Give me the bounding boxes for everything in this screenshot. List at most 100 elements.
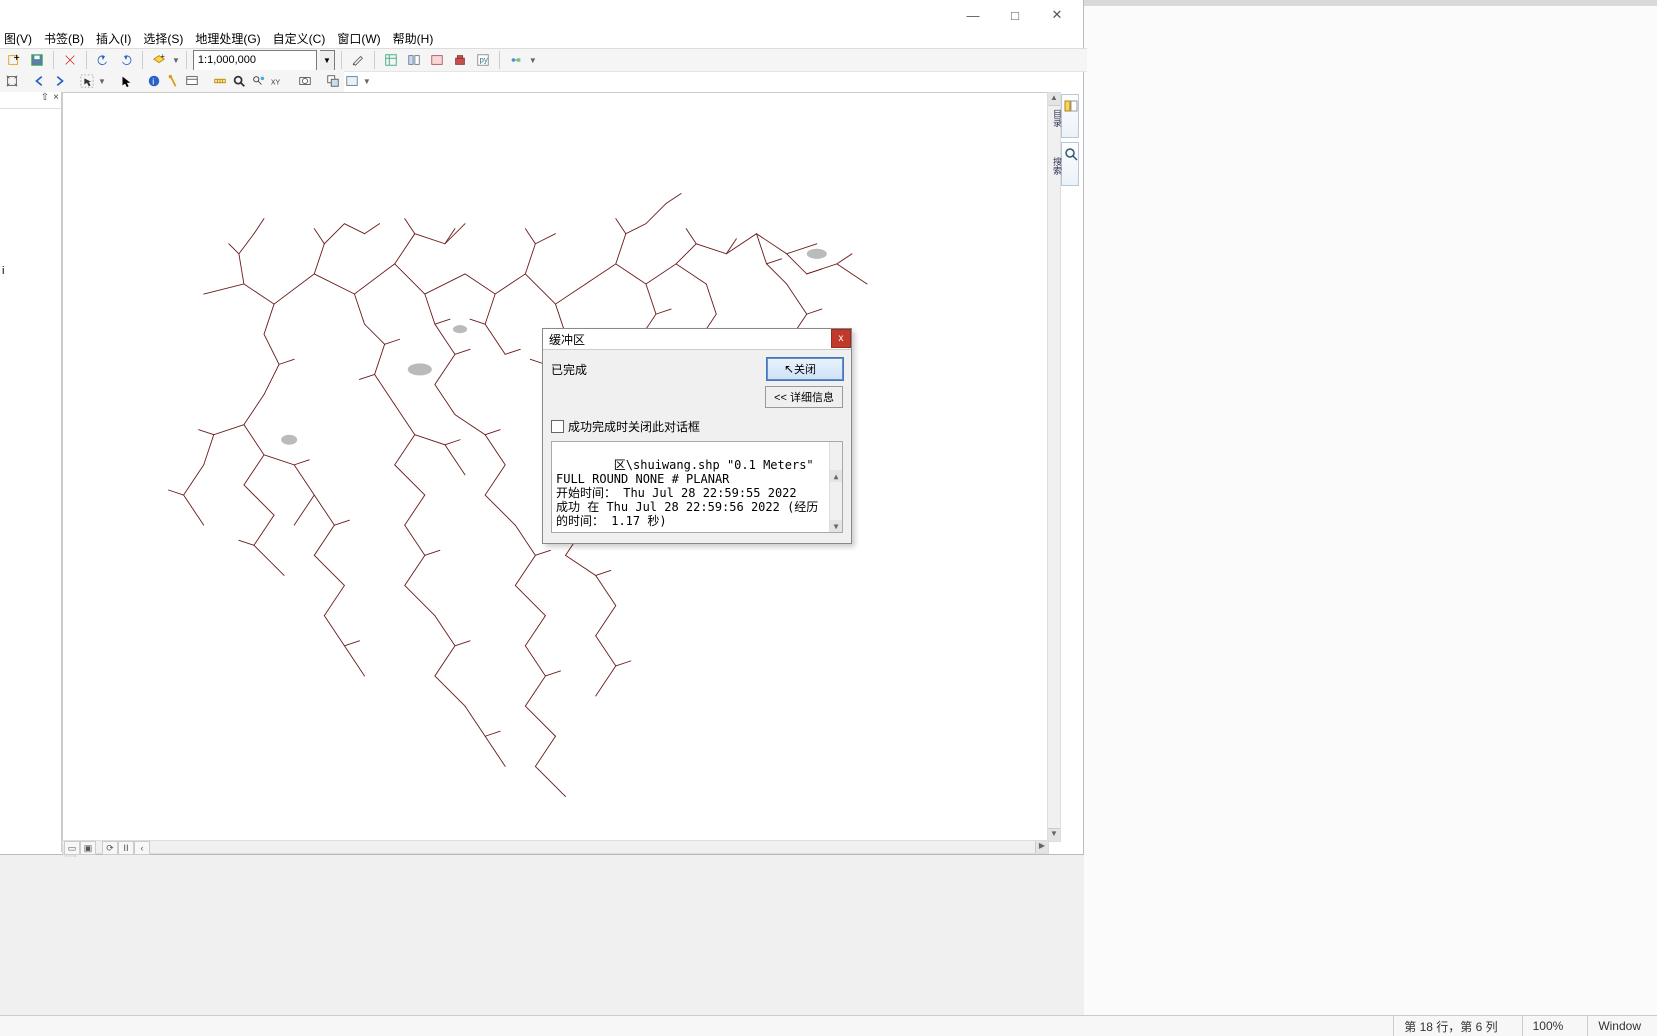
pause-drawing-button[interactable]: ⅠⅠ (118, 841, 134, 855)
catalog-button[interactable] (404, 50, 424, 70)
toc-item-fragment[interactable]: i (0, 109, 61, 277)
dialog-status-label: 已完成 (551, 361, 587, 378)
window-close-button[interactable]: ✕ (1045, 6, 1069, 24)
viewer-dropdown-icon[interactable]: ▼ (363, 77, 371, 86)
search-icon (1064, 147, 1078, 161)
find-route-button[interactable] (250, 71, 266, 91)
svg-text:i: i (152, 77, 154, 87)
separator-6 (374, 51, 375, 69)
menu-geoprocessing[interactable]: 地理处理(G) (195, 30, 260, 47)
caret-position-label: 第 18 行，第 6 列 (1393, 1016, 1507, 1036)
window-maximize-button[interactable]: □ (1003, 6, 1027, 24)
search-tab-label: 搜索 (1052, 157, 1062, 175)
table-of-contents-button[interactable] (381, 50, 401, 70)
pointer-button[interactable] (118, 71, 134, 91)
find-button[interactable] (231, 71, 247, 91)
outer-window-background (1084, 6, 1657, 1016)
catalog-icon (1064, 99, 1078, 113)
catalog-dock-tab[interactable]: 目录 (1061, 94, 1079, 138)
log-scrollbar[interactable]: ▲ ▼ (829, 442, 842, 532)
dialog-close-button[interactable]: x (831, 329, 851, 348)
cut-button[interactable] (60, 50, 80, 70)
table-of-contents-panel: ⇧ × i (0, 92, 62, 852)
close-on-success-label: 成功完成时关闭此对话框 (568, 418, 700, 435)
search-window-button[interactable] (427, 50, 447, 70)
scroll-down-button[interactable]: ▼ (1048, 828, 1060, 841)
menu-window[interactable]: 窗口(W) (337, 30, 380, 47)
dialog-log-textbox[interactable]: 区\shuiwang.shp "0.1 Meters" FULL ROUND N… (551, 441, 843, 533)
add-layer-button[interactable]: + (149, 50, 169, 70)
log-scroll-up[interactable]: ▲ (830, 470, 842, 482)
toc-pin-icon[interactable]: ⇧ (41, 92, 49, 103)
zoom-level-label[interactable]: 100% (1522, 1016, 1574, 1036)
standard-toolbar: + ▼ ▼ py ▼ (0, 48, 1087, 72)
menu-insert[interactable]: 插入(I) (96, 30, 131, 47)
menu-view[interactable]: 图(V) (4, 30, 32, 47)
add-data-button[interactable] (4, 50, 24, 70)
close-on-success-row: 成功完成时关闭此对话框 (551, 418, 843, 435)
create-viewer-window-button[interactable] (325, 71, 341, 91)
data-view-tab[interactable]: ▭ (64, 841, 80, 855)
python-window-button[interactable]: py (473, 50, 493, 70)
separator-2 (86, 51, 87, 69)
close-on-success-checkbox[interactable] (551, 420, 564, 433)
search-dock-tab[interactable]: 搜索 (1061, 142, 1079, 186)
right-dock: 目录 搜索 (1061, 94, 1081, 190)
menu-bar: 图(V) 书签(B) 插入(I) 选择(S) 地理处理(G) 自定义(C) 窗口… (0, 28, 433, 48)
svg-text:+: + (161, 53, 165, 60)
buffer-result-dialog: 缓冲区 x 已完成 关闭 ↖ << 详细信息 成功完成时关闭此对话框 区\shu… (542, 328, 852, 544)
model-dropdown-icon[interactable]: ▼ (529, 56, 537, 65)
arctoolbox-button[interactable] (450, 50, 470, 70)
outer-editor-statusbar: 第 18 行，第 6 列 100% Window (0, 1015, 1657, 1036)
catalog-tab-label: 目录 (1052, 109, 1062, 127)
separator-3 (142, 51, 143, 69)
dropdown-arrow-icon[interactable]: ▼ (172, 56, 180, 65)
menu-customize[interactable]: 自定义(C) (273, 30, 326, 47)
svg-text:XY: XY (271, 80, 281, 87)
undo-button[interactable] (93, 50, 113, 70)
select-elements-button[interactable] (79, 71, 95, 91)
arcmap-main-window: — □ ✕ 图(V) 书签(B) 插入(I) 选择(S) 地理处理(G) 自定义… (0, 0, 1084, 855)
view-tab-bar: ▭ ▣ ⟳ ⅠⅠ ‹ (64, 842, 150, 854)
previous-extent-button[interactable] (32, 71, 48, 91)
separator-5 (341, 51, 342, 69)
map-scale-input[interactable] (193, 50, 317, 71)
full-extent-button[interactable] (4, 71, 20, 91)
toc-close-icon[interactable]: × (53, 92, 59, 103)
identify-button[interactable]: i (146, 71, 162, 91)
measure-button[interactable] (212, 71, 228, 91)
dialog-titlebar[interactable]: 缓冲区 x (543, 329, 851, 350)
editor-toolbar-button[interactable] (348, 50, 368, 70)
separator-7 (499, 51, 500, 69)
menu-bookmark[interactable]: 书签(B) (44, 30, 84, 47)
scale-dropdown-button[interactable]: ▼ (320, 50, 335, 71)
refresh-view-button[interactable]: ⟳ (102, 841, 118, 855)
log-scroll-down[interactable]: ▼ (830, 520, 842, 532)
next-extent-button[interactable] (51, 71, 67, 91)
layout-view-tab[interactable]: ▣ (80, 841, 96, 855)
line-ending-label[interactable]: Window (1587, 1016, 1651, 1036)
menu-select[interactable]: 选择(S) (143, 30, 183, 47)
viewer-options-button[interactable] (344, 71, 360, 91)
hyperlink-button[interactable] (165, 71, 181, 91)
model-builder-button[interactable] (506, 50, 526, 70)
window-minimize-button[interactable]: — (961, 6, 985, 24)
dialog-details-button[interactable]: << 详细信息 (765, 386, 843, 408)
scroll-right-button[interactable]: ▶ (1035, 841, 1048, 853)
save-button[interactable] (27, 50, 47, 70)
html-popup-button[interactable] (184, 71, 200, 91)
tools-toolbar: ▼ i XY ▼ (0, 70, 344, 93)
redo-button[interactable] (116, 50, 136, 70)
dialog-body: 已完成 关闭 ↖ << 详细信息 成功完成时关闭此对话框 区\shuiwang.… (543, 350, 851, 543)
select-dropdown-icon[interactable]: ▼ (98, 77, 106, 86)
dialog-close-action-button[interactable]: 关闭 ↖ (767, 358, 843, 380)
previous-arrow-button[interactable]: ‹ (134, 841, 150, 855)
go-to-xy-button[interactable]: XY (269, 71, 285, 91)
mouse-cursor-icon: ↖ (784, 362, 794, 376)
time-slider-button[interactable] (297, 71, 313, 91)
map-horizontal-scrollbar[interactable]: ◀ ▶ (62, 840, 1049, 854)
separator-4 (186, 51, 187, 69)
map-vertical-scrollbar[interactable]: ▲ ▼ (1047, 92, 1061, 842)
window-controls: — □ ✕ (949, 2, 1081, 28)
menu-help[interactable]: 帮助(H) (393, 30, 434, 47)
